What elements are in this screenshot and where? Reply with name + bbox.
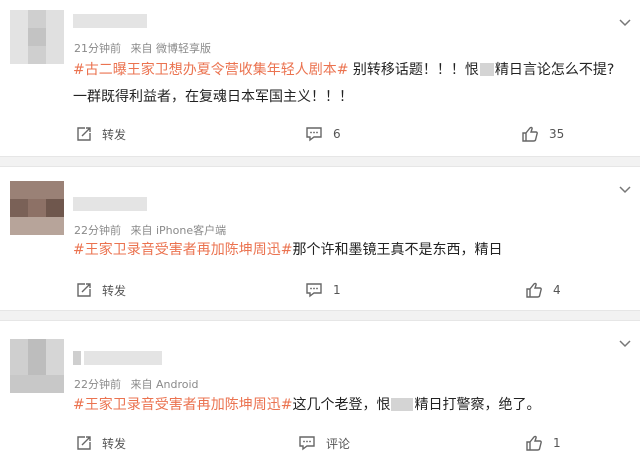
post-separator xyxy=(0,310,640,321)
like-icon xyxy=(522,126,538,142)
like-button[interactable]: 35 xyxy=(521,122,564,146)
post-separator xyxy=(0,156,640,167)
post-meta: 22分钟前 来自 Android xyxy=(74,376,205,392)
like-count: 35 xyxy=(549,127,565,141)
like-button[interactable]: 4 xyxy=(525,278,561,302)
chevron-down-icon[interactable] xyxy=(618,16,632,30)
chevron-down-icon[interactable] xyxy=(618,183,632,197)
repost-icon xyxy=(77,283,91,297)
topic-link[interactable]: #王家卫录音受害者再加陈坤周迅# xyxy=(73,242,292,258)
username-blurred[interactable] xyxy=(73,197,147,211)
post-meta: 21分钟前 来自 微博轻享版 xyxy=(74,40,217,56)
repost-button[interactable]: 转发 xyxy=(76,122,126,146)
comment-feed: 21分钟前 来自 微博轻享版 #古二曝王家卫想办夏令营收集年轻人剧本# 别转移话… xyxy=(0,0,640,456)
comment-count: 6 xyxy=(333,127,341,141)
post-text: #王家卫录音受害者再加陈坤周迅#那个许和墨镜王真不是东西，精日 xyxy=(73,242,503,258)
post-time: 22分钟前 xyxy=(74,224,121,237)
action-bar: 转发 评论 1 xyxy=(0,431,640,455)
action-bar: 转发 1 4 xyxy=(0,278,640,302)
comment-button[interactable]: 评论 xyxy=(298,431,350,455)
username-blurred[interactable] xyxy=(73,351,81,365)
like-button[interactable]: 1 xyxy=(525,431,561,455)
post-time: 22分钟前 xyxy=(74,378,121,391)
censored-mask xyxy=(479,63,494,76)
comment-icon xyxy=(306,127,322,142)
like-icon xyxy=(526,435,542,451)
username-blurred-2 xyxy=(84,351,162,365)
post-text-line2: 一群既得利益者，在复魂日本军国主义！！！ xyxy=(73,89,353,105)
username-blurred[interactable] xyxy=(73,14,147,28)
comment-count: 1 xyxy=(333,283,341,297)
repost-button[interactable]: 转发 xyxy=(76,431,126,455)
post-3: 22分钟前 来自 Android #王家卫录音受害者再加陈坤周迅#这几个老登，恨… xyxy=(0,321,640,456)
post-text: #王家卫录音受害者再加陈坤周迅#这几个老登，恨 精日打警察，绝了。 xyxy=(73,397,541,413)
post-1: 21分钟前 来自 微博轻享版 #古二曝王家卫想办夏令营收集年轻人剧本# 别转移话… xyxy=(0,0,640,156)
repost-icon xyxy=(77,436,91,450)
like-count: 4 xyxy=(553,283,561,297)
post-2: 22分钟前 来自 iPhone客户端 #王家卫录音受害者再加陈坤周迅#那个许和墨… xyxy=(0,167,640,310)
topic-link[interactable]: #王家卫录音受害者再加陈坤周迅# xyxy=(73,397,292,413)
action-bar: 转发 6 35 xyxy=(0,122,640,146)
censored-mask xyxy=(391,398,414,411)
post-time: 21分钟前 xyxy=(74,42,121,55)
repost-button[interactable]: 转发 xyxy=(76,278,126,302)
comment-icon xyxy=(306,283,322,298)
repost-label: 转发 xyxy=(102,283,127,298)
post-text: #古二曝王家卫想办夏令营收集年轻人剧本# 别转移话题！！！恨 精日言论怎么不提? xyxy=(73,62,615,78)
post-source[interactable]: 来自 微博轻享版 xyxy=(131,42,212,55)
comment-icon xyxy=(299,436,315,451)
topic-link[interactable]: #古二曝王家卫想办夏令营收集年轻人剧本# xyxy=(73,62,348,78)
comment-label: 评论 xyxy=(326,436,351,451)
avatar[interactable] xyxy=(10,181,64,235)
chevron-down-icon[interactable] xyxy=(618,337,632,351)
post-source[interactable]: 来自 iPhone客户端 xyxy=(131,224,227,237)
avatar[interactable] xyxy=(10,339,64,393)
comment-button[interactable]: 1 xyxy=(305,278,341,302)
comment-button[interactable]: 6 xyxy=(305,122,341,146)
post-source[interactable]: 来自 Android xyxy=(131,378,199,391)
post-meta: 22分钟前 来自 iPhone客户端 xyxy=(74,222,232,238)
like-count: 1 xyxy=(553,436,561,450)
like-icon xyxy=(526,282,542,298)
repost-label: 转发 xyxy=(102,127,127,142)
repost-icon xyxy=(77,127,91,141)
avatar[interactable] xyxy=(10,10,64,64)
repost-label: 转发 xyxy=(102,436,127,451)
